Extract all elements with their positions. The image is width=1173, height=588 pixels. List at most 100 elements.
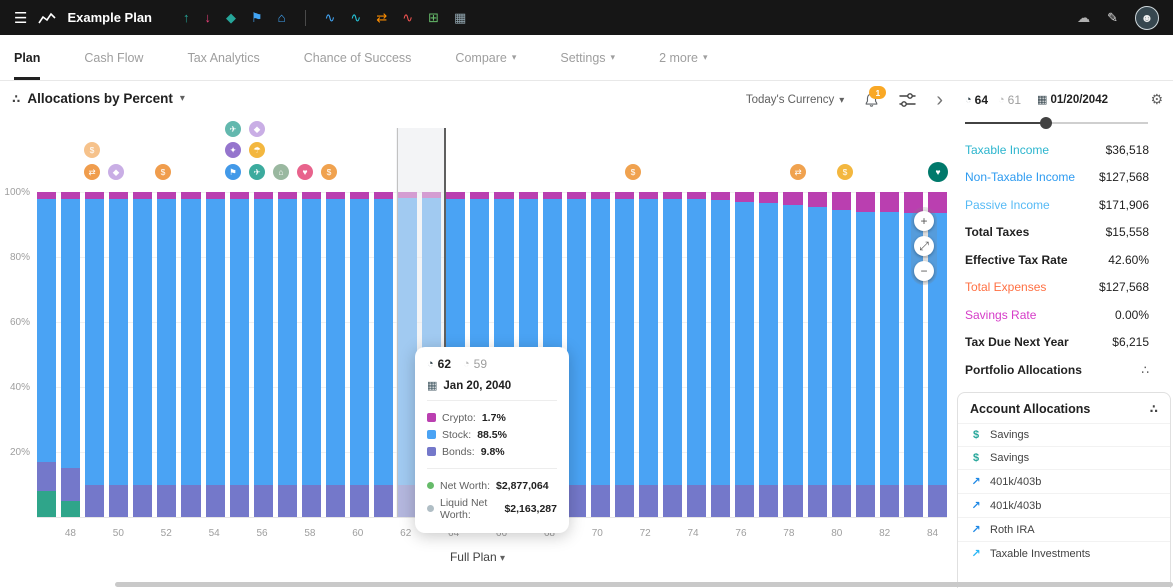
- avatar[interactable]: ☻: [1135, 6, 1159, 30]
- milestone-icon[interactable]: ✦: [225, 142, 241, 158]
- milestone-icon[interactable]: ♥: [297, 164, 313, 180]
- menu-icon[interactable]: ☰: [14, 9, 27, 27]
- bank-icon[interactable]: ▦: [454, 11, 466, 24]
- x-axis-label: 58: [304, 528, 315, 539]
- account-item-401k-403b[interactable]: ↗401k/403b: [958, 469, 1170, 493]
- milestone-icon[interactable]: $: [155, 164, 171, 180]
- allocation-bar-age-70[interactable]: [591, 192, 610, 517]
- account-item-taxable-investments[interactable]: ↗Taxable Investments: [958, 541, 1170, 565]
- chart-filter-icon[interactable]: [899, 93, 916, 107]
- income-arrow-icon[interactable]: ↑: [183, 11, 190, 24]
- allocation-bar-age-71[interactable]: [615, 192, 634, 517]
- slider-thumb[interactable]: [1040, 117, 1052, 129]
- selected-date[interactable]: ▦01/20/2042: [1037, 93, 1108, 106]
- allocation-icon[interactable]: ∴: [1141, 363, 1149, 377]
- allocation-bar-age-51[interactable]: [133, 192, 152, 517]
- cloud-sync-icon[interactable]: ☁: [1077, 11, 1090, 24]
- allocation-bar-age-69[interactable]: [567, 192, 586, 517]
- zoom-in-button[interactable]: +: [914, 211, 934, 231]
- milestone-icon[interactable]: ♥: [928, 162, 948, 182]
- stock-segment: [302, 199, 321, 485]
- milestone-icon[interactable]: ☂: [249, 142, 265, 158]
- allocation-bar-age-57[interactable]: [278, 192, 297, 517]
- allocation-bar-age-61[interactable]: [374, 192, 393, 517]
- allocation-bar-age-60[interactable]: [350, 192, 369, 517]
- allocation-bar-age-74[interactable]: [687, 192, 706, 517]
- sidebar-settings-gear-icon[interactable]: ⚙: [1150, 91, 1165, 108]
- zoom-out-button[interactable]: −: [914, 261, 934, 281]
- zoom-reset-button[interactable]: ⤢: [914, 236, 934, 256]
- tab-compare[interactable]: Compare▾: [455, 35, 516, 80]
- bonds-segment: [326, 485, 345, 518]
- account-item-roth-ira[interactable]: ↗Roth IRA: [958, 517, 1170, 541]
- tab-2-more[interactable]: 2 more▾: [659, 35, 707, 80]
- account-item-savings[interactable]: $Savings: [958, 423, 1170, 446]
- allocation-bar-age-49[interactable]: [85, 192, 104, 517]
- plan-range-selector[interactable]: Full Plan ▾: [0, 550, 955, 564]
- property-home-icon[interactable]: ⌂: [278, 11, 286, 24]
- milestone-icon[interactable]: ✈: [249, 164, 265, 180]
- tab-chance-of-success[interactable]: Chance of Success: [304, 35, 412, 80]
- allocation-bar-age-52[interactable]: [157, 192, 176, 517]
- allocation-bar-age-81[interactable]: [856, 192, 875, 517]
- allocation-bar-age-79[interactable]: [808, 192, 827, 517]
- milestone-icon[interactable]: $: [837, 164, 853, 180]
- allocation-bar-age-73[interactable]: [663, 192, 682, 517]
- allocation-icon[interactable]: ∴: [1150, 402, 1158, 416]
- edit-disabled-icon[interactable]: ✎: [1107, 11, 1118, 24]
- allocation-bar-age-56[interactable]: [254, 192, 273, 517]
- allocation-bar-age-77[interactable]: [759, 192, 778, 517]
- tax-icon[interactable]: ⇄: [376, 11, 387, 24]
- stats-sidebar: ◔64 ◔61 ▦01/20/2042 ⚙ Taxable Income$36,…: [955, 81, 1173, 588]
- allocation-bar-age-55[interactable]: [230, 192, 249, 517]
- next-chart-arrow-icon[interactable]: ›: [936, 90, 943, 110]
- milestone-icon[interactable]: ⇄: [84, 164, 100, 180]
- x-axis-label: 60: [352, 528, 363, 539]
- tab-tax-analytics[interactable]: Tax Analytics: [187, 35, 259, 80]
- notifications-bell-icon[interactable]: 1: [864, 92, 879, 108]
- allocation-bar-age-50[interactable]: [109, 192, 128, 517]
- milestone-icon[interactable]: ◆: [249, 121, 265, 137]
- milestone-icon[interactable]: $: [625, 164, 641, 180]
- milestone-icon[interactable]: ✈: [225, 121, 241, 137]
- allocation-bar-age-75[interactable]: [711, 192, 730, 517]
- allocation-bar-age-47[interactable]: [37, 192, 56, 517]
- expenses-chart-icon[interactable]: ∿: [402, 11, 413, 24]
- milestone-flag-icon[interactable]: ⚑: [251, 11, 263, 24]
- tab-plan[interactable]: Plan: [14, 35, 40, 80]
- milestone-icon[interactable]: ◆: [108, 164, 124, 180]
- milestone-icon[interactable]: $: [84, 142, 100, 158]
- income-chart-icon[interactable]: ∿: [325, 11, 336, 24]
- allocation-bar-age-59[interactable]: [326, 192, 345, 517]
- savings-icon[interactable]: ◆: [226, 11, 236, 24]
- x-axis-label: 80: [831, 528, 842, 539]
- milestone-icon[interactable]: ⚑: [225, 164, 241, 180]
- tooltip-divider: [427, 400, 557, 401]
- milestone-icon[interactable]: $: [321, 164, 337, 180]
- allocation-bar-age-76[interactable]: [735, 192, 754, 517]
- allocation-bar-age-78[interactable]: [783, 192, 802, 517]
- allocation-bar-age-48[interactable]: [61, 192, 80, 517]
- plan-title[interactable]: Example Plan: [67, 10, 152, 25]
- account-item-savings[interactable]: $Savings: [958, 446, 1170, 469]
- tab-cash-flow[interactable]: Cash Flow: [84, 35, 143, 80]
- currency-selector[interactable]: Today's Currency ▾: [746, 94, 845, 106]
- horizontal-scrollbar[interactable]: [115, 582, 1173, 587]
- account-item-401k-403b[interactable]: ↗401k/403b: [958, 493, 1170, 517]
- allocation-bar-age-54[interactable]: [206, 192, 225, 517]
- allocation-bar-age-72[interactable]: [639, 192, 658, 517]
- networth-grid-icon[interactable]: ⊞: [428, 11, 439, 24]
- timeline-slider[interactable]: [965, 116, 1148, 130]
- allocation-bar-age-80[interactable]: [832, 192, 851, 517]
- savings-chart-icon[interactable]: ∿: [350, 11, 361, 24]
- milestone-icon[interactable]: ⌂: [273, 164, 289, 180]
- allocation-bar-age-53[interactable]: [181, 192, 200, 517]
- chart-type-selector[interactable]: ∴ Allocations by Percent ▾: [12, 91, 185, 106]
- milestone-icon[interactable]: ⇄: [790, 164, 806, 180]
- tab-settings[interactable]: Settings▾: [560, 35, 615, 80]
- allocation-bar-age-58[interactable]: [302, 192, 321, 517]
- expense-arrow-icon[interactable]: ↓: [205, 11, 212, 24]
- crypto-segment: [759, 192, 778, 203]
- allocation-bar-age-82[interactable]: [880, 192, 899, 517]
- calendar-icon: ▦: [1037, 93, 1047, 106]
